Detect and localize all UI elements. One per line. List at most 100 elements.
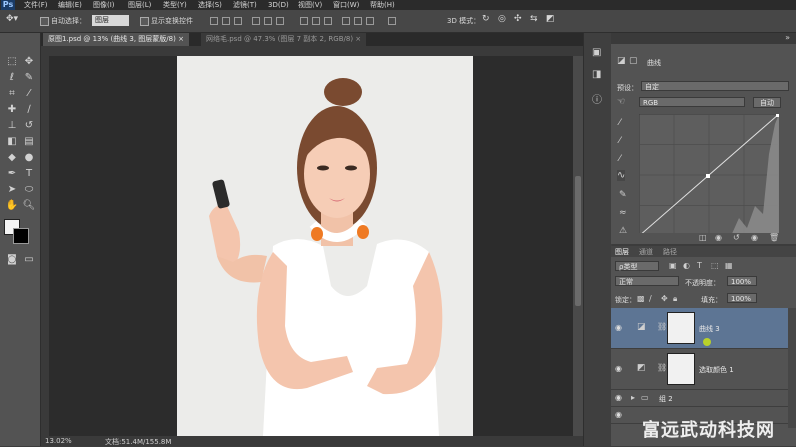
eraser-tool-icon[interactable]: ◧ — [4, 135, 20, 149]
lock-transparency-icon[interactable]: ▩ — [637, 294, 645, 303]
auto-button[interactable]: 自动 — [753, 97, 781, 108]
menu-view[interactable]: 视图(V) — [298, 0, 322, 10]
layer-mask-thumbnail[interactable] — [667, 312, 695, 344]
collapse-icon[interactable]: » — [785, 33, 790, 42]
align-top-icon[interactable] — [210, 17, 218, 25]
layer-row-selective-color[interactable]: ◉ ◩ ⛓ 选取颜色 1 — [611, 349, 796, 390]
menu-edit[interactable]: 编辑(E) — [58, 0, 82, 10]
hand-tool-icon[interactable]: ✋ — [4, 199, 20, 213]
adjustments-panel-icon[interactable]: ◨ — [592, 69, 601, 80]
info-panel-icon[interactable]: ⓘ — [592, 91, 602, 106]
menu-3d[interactable]: 3D(D) — [268, 0, 289, 10]
filter-smart-icon[interactable]: ▦ — [725, 261, 733, 270]
distribute-right-icon[interactable] — [366, 17, 374, 25]
scrollbar-thumb[interactable] — [575, 176, 581, 306]
distribute-top-icon[interactable] — [300, 17, 308, 25]
distribute-vcenter-icon[interactable] — [312, 17, 320, 25]
path-select-tool-icon[interactable]: ➤ — [4, 183, 20, 197]
filter-pixel-icon[interactable]: ▣ — [669, 261, 677, 270]
layer-mask-thumbnail[interactable] — [667, 353, 695, 385]
menu-layer[interactable]: 图层(L) — [128, 0, 151, 10]
fill-field[interactable]: 100% — [727, 293, 757, 303]
brush-tool-icon[interactable]: ∕ — [21, 103, 37, 117]
filter-adjust-icon[interactable]: ◐ — [683, 261, 690, 270]
link-chain-icon[interactable]: ⛓ — [657, 363, 667, 372]
zoom-level[interactable]: 13.02% — [45, 437, 72, 445]
background-color-swatch[interactable] — [13, 228, 29, 244]
view-previous-icon[interactable]: ◉ — [715, 233, 722, 242]
tab-channels[interactable]: 通道 — [639, 247, 653, 257]
mask-icon[interactable]: ▢ — [629, 56, 638, 66]
lock-position-icon[interactable]: ✥ — [661, 294, 668, 303]
3d-scale-icon[interactable]: ◩ — [546, 14, 555, 24]
visibility-eye-icon[interactable]: ◉ — [615, 411, 625, 419]
link-chain-icon[interactable]: ⛓ — [657, 322, 667, 331]
type-tool-icon[interactable]: T — [21, 167, 37, 181]
pen-tool-icon[interactable]: ✒ — [4, 167, 20, 181]
auto-align-icon[interactable] — [388, 17, 396, 25]
opacity-field[interactable]: 100% — [727, 276, 757, 286]
history-panel-icon[interactable]: ▣ — [592, 47, 601, 58]
channel-dropdown[interactable]: RGB — [639, 97, 745, 107]
3d-slide-icon[interactable]: ⇆ — [530, 14, 538, 24]
layer-name[interactable]: 组 2 — [659, 394, 673, 404]
eyedropper-tool-icon[interactable]: ⁄ — [21, 87, 37, 101]
visibility-eye-icon[interactable]: ◉ — [615, 365, 625, 373]
preset-dropdown[interactable]: 自定 — [641, 81, 789, 91]
clone-stamp-tool-icon[interactable]: ⊥ — [4, 119, 20, 133]
clip-to-layer-icon[interactable]: ◫ — [699, 233, 707, 242]
zoom-tool-icon[interactable]: 🔍︎ — [21, 199, 37, 213]
tab-paths[interactable]: 路径 — [663, 247, 677, 257]
tab-document-1[interactable]: 原图1.psd @ 13% (曲线 3, 图层蒙版/8) × — [43, 33, 189, 46]
blend-mode-dropdown[interactable]: 正常 — [615, 276, 679, 286]
ellipse-tool-icon[interactable]: ⬭ — [21, 183, 37, 197]
move-tool-icon[interactable]: ✥▾ — [6, 14, 18, 24]
3d-roll-icon[interactable]: ◎ — [498, 14, 506, 24]
screen-mode-icon[interactable]: ▭ — [21, 253, 37, 267]
marquee-tool-icon[interactable]: ⬚ — [4, 55, 20, 69]
lock-all-icon[interactable]: 🔒︎ — [673, 294, 677, 304]
gradient-tool-icon[interactable]: ▤ — [21, 135, 37, 149]
photo-canvas[interactable] — [177, 56, 473, 436]
show-transform-checkbox[interactable] — [140, 17, 149, 26]
distribute-bottom-icon[interactable] — [324, 17, 332, 25]
target-adjust-icon[interactable]: ☜ — [617, 97, 625, 107]
healing-brush-tool-icon[interactable]: ✚ — [4, 103, 20, 117]
move-tool-icon[interactable]: ✥ — [21, 55, 37, 69]
menu-filter[interactable]: 滤镜(T) — [233, 0, 257, 10]
crop-tool-icon[interactable]: ⌗ — [4, 87, 20, 101]
menu-type[interactable]: 类型(Y) — [163, 0, 187, 10]
curve-point-icon[interactable]: ∿ — [617, 170, 626, 181]
layer-filter-dropdown[interactable]: ρ类型 — [615, 261, 659, 271]
distribute-left-icon[interactable] — [342, 17, 350, 25]
align-bottom-icon[interactable] — [234, 17, 242, 25]
layer-row-curves-3[interactable]: ◉ ◪ ⛓ 曲线 3 — [611, 308, 796, 349]
curves-graph[interactable] — [639, 114, 779, 236]
eyedropper-black-icon[interactable]: ⁄ — [619, 118, 621, 128]
canvas-area[interactable] — [49, 56, 573, 436]
quick-mask-icon[interactable]: ◙ — [4, 253, 20, 267]
filter-type-icon[interactable]: T — [697, 261, 702, 270]
tab-document-2[interactable]: 网络毛.psd @ 47.3% (图层 7 副本 2, RGB/8) × — [201, 33, 367, 46]
auto-select-checkbox[interactable] — [40, 17, 49, 26]
tab-layers[interactable]: 图层 — [615, 247, 629, 257]
dodge-tool-icon[interactable]: ● — [21, 151, 37, 165]
history-brush-tool-icon[interactable]: ↺ — [21, 119, 37, 133]
align-vcenter-icon[interactable] — [222, 17, 230, 25]
pencil-draw-icon[interactable]: ✎ — [619, 190, 627, 200]
menu-file[interactable]: 文件(F) — [24, 0, 48, 10]
layer-row-group-2[interactable]: ◉ ▸ ▭ 组 2 — [611, 390, 796, 407]
menu-window[interactable]: 窗口(W) — [333, 0, 359, 10]
distribute-hcenter-icon[interactable] — [354, 17, 362, 25]
quick-select-tool-icon[interactable]: ✎ — [21, 71, 37, 85]
layer-name[interactable]: 曲线 3 — [699, 324, 720, 334]
canvas-vertical-scrollbar[interactable] — [573, 56, 583, 436]
smooth-icon[interactable]: ≈ — [619, 208, 627, 218]
auto-select-dropdown[interactable]: 图层 — [92, 15, 129, 26]
blur-tool-icon[interactable]: ◆ — [4, 151, 20, 165]
3d-rotate-icon[interactable]: ↻ — [482, 14, 490, 24]
reset-icon[interactable]: ↺ — [733, 233, 740, 242]
visibility-eye-icon[interactable]: ◉ — [615, 394, 625, 402]
lasso-tool-icon[interactable]: ℓ — [4, 71, 20, 85]
expand-arrow-icon[interactable]: ▸ — [631, 393, 635, 402]
